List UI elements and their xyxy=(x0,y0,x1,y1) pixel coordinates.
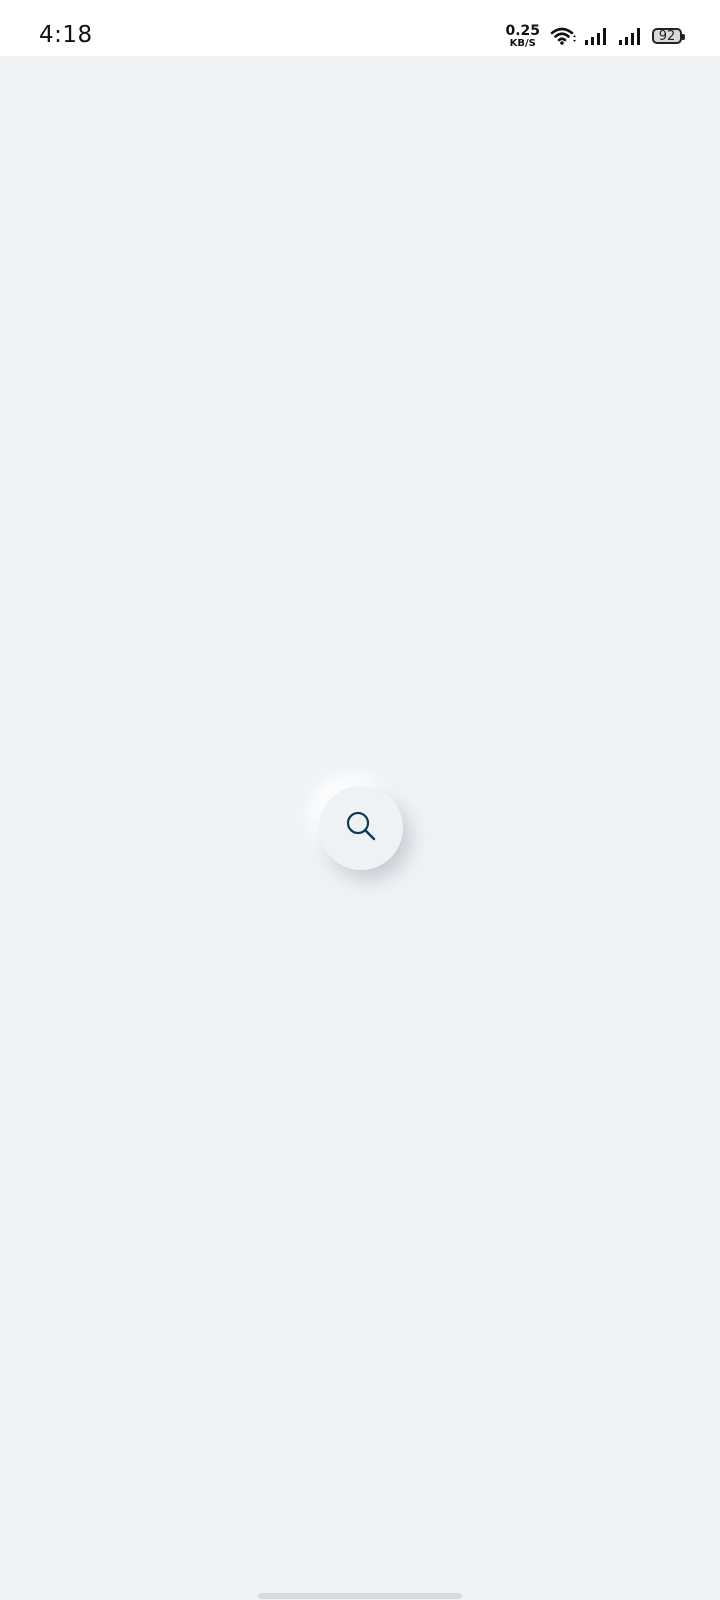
network-speed-unit: KB/S xyxy=(509,37,536,49)
network-speed: 0.25 KB/S xyxy=(505,24,540,49)
battery-level: 92 xyxy=(658,28,676,44)
status-time: 4:18 xyxy=(39,22,93,48)
battery-icon: 92 xyxy=(652,28,685,44)
signal-icon xyxy=(584,26,608,46)
home-indicator[interactable] xyxy=(258,1593,462,1599)
status-icons: 0.25 KB/S 92 xyxy=(505,22,685,50)
search-icon xyxy=(344,809,378,848)
status-bar: 4:18 0.25 KB/S 92 xyxy=(0,0,720,56)
search-button[interactable] xyxy=(319,786,403,870)
wifi-icon xyxy=(550,26,576,46)
signal-icon xyxy=(618,26,642,46)
network-speed-value: 0.25 xyxy=(505,22,540,39)
